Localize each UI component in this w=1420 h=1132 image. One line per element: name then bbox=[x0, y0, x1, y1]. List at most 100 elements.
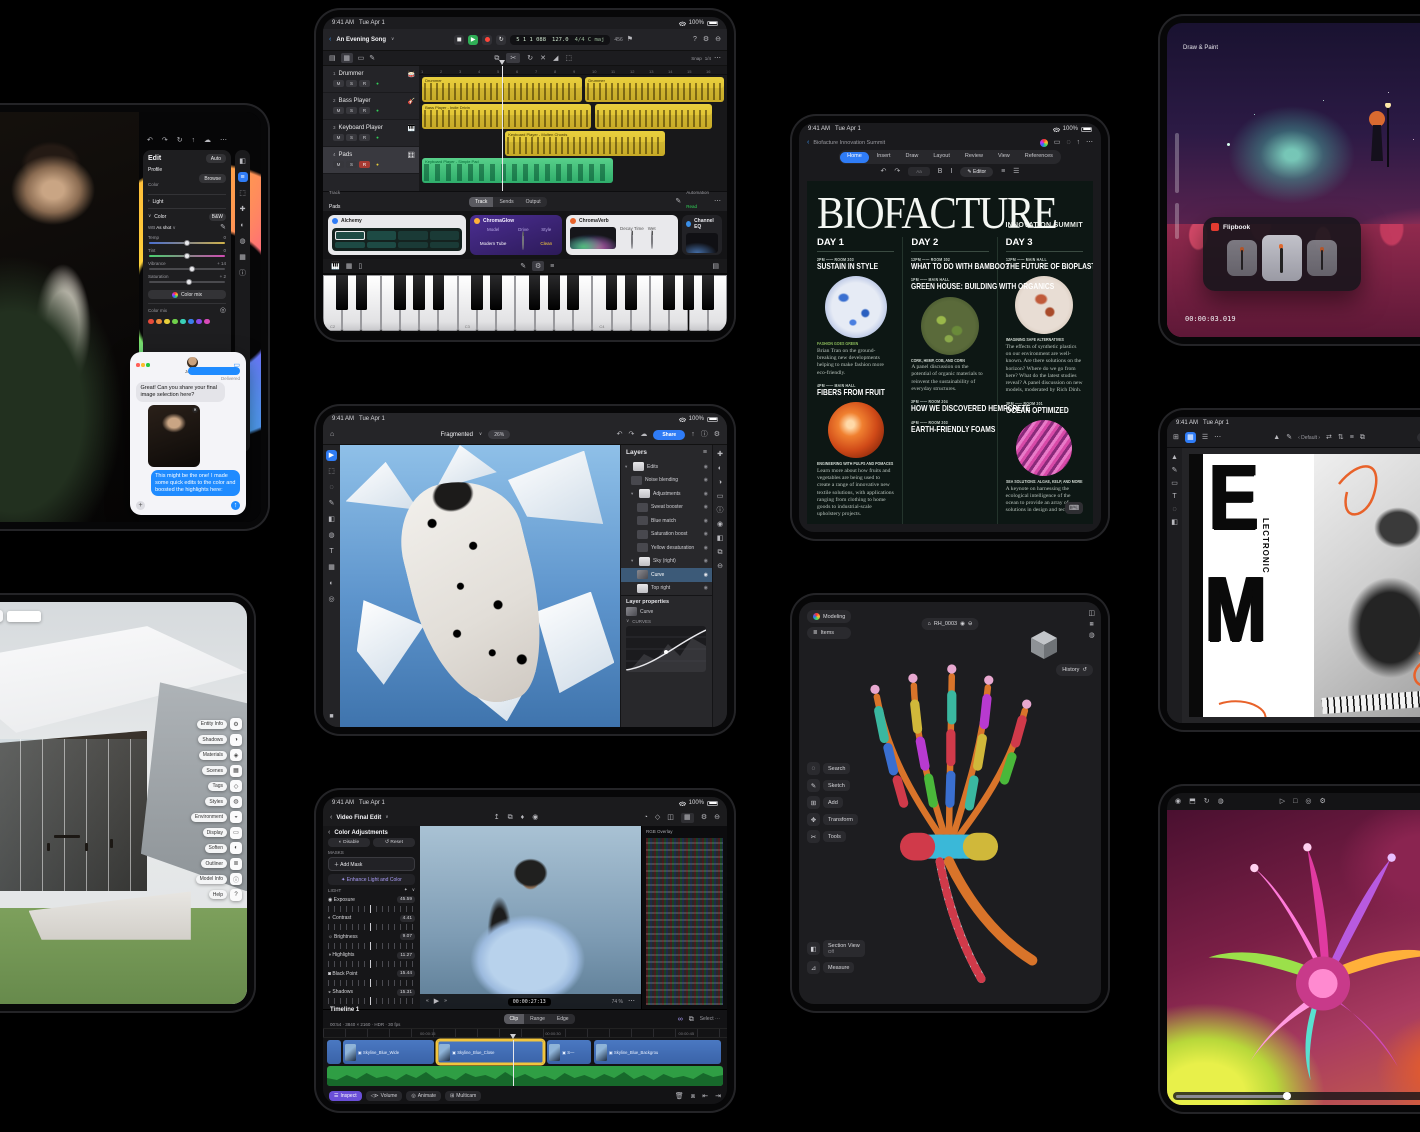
enhance-button[interactable]: ✦ Enhance Light and Color bbox=[328, 874, 415, 885]
piano-key[interactable] bbox=[683, 275, 695, 310]
fade-icon[interactable]: ◢ bbox=[553, 55, 558, 62]
multicam-button[interactable]: ⊞ Multicam bbox=[445, 1091, 481, 1101]
piano-key[interactable] bbox=[625, 275, 637, 310]
browser-icon[interactable]: ▤ bbox=[329, 55, 336, 62]
settings-icon[interactable]: ⚙ bbox=[1319, 798, 1325, 805]
selected-layer-row[interactable]: Curve bbox=[626, 605, 707, 618]
back-icon[interactable]: ‹ bbox=[330, 814, 332, 821]
region-drummer-2[interactable]: Drummer bbox=[585, 77, 724, 102]
rotate-icon[interactable]: ↻ bbox=[1204, 798, 1210, 805]
minimize-icon[interactable]: ⊖ bbox=[714, 814, 720, 821]
delete-icon[interactable]: ⊖ bbox=[717, 563, 723, 570]
panel-button[interactable]: Outliner≣ bbox=[191, 858, 242, 870]
split-view-icon[interactable]: ◫ bbox=[667, 814, 674, 821]
panel-button[interactable]: Entity Info⚙ bbox=[191, 718, 242, 730]
eraser-tool-icon[interactable]: ◧ bbox=[326, 514, 337, 525]
play-icon[interactable]: ▶ bbox=[434, 998, 439, 1005]
plugin-alchemy[interactable]: Alchemy bbox=[328, 215, 466, 255]
piano-key[interactable] bbox=[548, 275, 560, 310]
song-title[interactable]: An Evening Song bbox=[336, 37, 386, 43]
eye-icon[interactable]: ◉ bbox=[704, 518, 708, 524]
count-in-icon[interactable]: ⚑ bbox=[627, 36, 633, 43]
inspect-button[interactable]: ☰ Inspect bbox=[329, 1091, 362, 1101]
layer-row[interactable]: Top right◉ bbox=[621, 582, 712, 596]
scope-type-label[interactable]: RGB Overlay bbox=[646, 829, 673, 834]
piano-key[interactable] bbox=[413, 275, 425, 310]
cloud-icon[interactable]: ☁ bbox=[640, 431, 647, 438]
materials-icon[interactable]: ◈ bbox=[230, 749, 242, 761]
piano-key[interactable] bbox=[529, 275, 541, 310]
trash-icon[interactable]: 🗑 bbox=[675, 1093, 684, 1100]
redo-icon[interactable]: ↷ bbox=[0, 610, 3, 622]
trim-right-icon[interactable]: ⇥ bbox=[715, 1093, 721, 1100]
wet-knob[interactable] bbox=[651, 230, 653, 249]
eye-icon[interactable]: ◉ bbox=[704, 477, 708, 483]
minus-icon[interactable]: ⊖ bbox=[968, 621, 973, 627]
zoom-level[interactable]: 26% bbox=[488, 430, 510, 439]
share-button[interactable]: Share bbox=[653, 430, 685, 440]
back-icon[interactable]: ‹ bbox=[329, 36, 331, 43]
edit-icon[interactable]: ≡ bbox=[238, 172, 248, 182]
cycle-button[interactable]: ↻ bbox=[496, 35, 506, 45]
layer-row-selected[interactable]: Curve◉ bbox=[621, 568, 712, 582]
color-wheel-icon[interactable] bbox=[1040, 139, 1048, 147]
saturation-slider[interactable] bbox=[149, 281, 225, 283]
scenes-icon[interactable]: ▦ bbox=[230, 765, 242, 777]
more-icon[interactable]: ⋯ bbox=[220, 137, 227, 144]
vibrance-slider[interactable] bbox=[149, 268, 225, 270]
skip-back-icon[interactable]: « bbox=[426, 999, 429, 1004]
italic-icon[interactable]: I bbox=[950, 168, 952, 175]
clip-icon[interactable]: ◧ bbox=[717, 535, 724, 542]
piano-key[interactable] bbox=[567, 275, 579, 310]
window-controls[interactable] bbox=[136, 363, 151, 369]
audio-track[interactable] bbox=[327, 1066, 723, 1086]
chevron-down-icon[interactable]: ∨ bbox=[385, 815, 388, 820]
automation-mode[interactable]: Read bbox=[686, 204, 697, 209]
eye-icon[interactable]: ◉ bbox=[704, 545, 708, 551]
layer-row[interactable]: Blue match◉ bbox=[621, 514, 712, 528]
slider-highlights[interactable]: ◑ Highlights11.27 bbox=[328, 952, 415, 968]
panel-button[interactable]: Scenes▦ bbox=[191, 765, 242, 777]
bw-toggle[interactable]: B&W bbox=[209, 213, 226, 221]
browse-button[interactable]: Browse bbox=[199, 174, 226, 183]
track-header-keyboard[interactable]: 3Keyboard Player 🎹 MSR● bbox=[323, 120, 419, 147]
split-icon[interactable]: ✕ bbox=[540, 55, 546, 62]
plugin-channel-eq[interactable]: Channel EQ bbox=[682, 215, 722, 255]
panel-button[interactable]: Environment◒ bbox=[191, 811, 242, 823]
render-viewport[interactable] bbox=[1167, 810, 1420, 1105]
message-photo-attachment[interactable]: ✕ bbox=[148, 405, 200, 467]
undo-icon[interactable]: ↶ bbox=[147, 137, 153, 144]
pen-tool-icon[interactable]: ✎ bbox=[1172, 467, 1178, 474]
list-icon[interactable]: ☰ bbox=[1013, 168, 1019, 175]
visibility-icon[interactable]: ◉ bbox=[717, 521, 723, 528]
eyedropper-icon[interactable]: ✎ bbox=[220, 224, 226, 231]
editors-icon[interactable]: ▭ bbox=[358, 55, 365, 62]
color-mix-button[interactable]: Color mix bbox=[148, 290, 226, 299]
home-icon[interactable]: ⌂ bbox=[928, 621, 931, 627]
settings-icon[interactable]: ⚙ bbox=[714, 431, 720, 438]
tab-review[interactable]: Review bbox=[958, 152, 990, 163]
piano-key[interactable] bbox=[606, 275, 618, 310]
biofacture-document[interactable]: BIOFACTURE INNOVATION SUMMIT DAY 1 2PM —… bbox=[807, 181, 1093, 524]
flipbook-frame[interactable] bbox=[1307, 240, 1337, 276]
track-header-drummer[interactable]: 1Drummer 🥁 MSR● bbox=[323, 66, 419, 93]
model-info-icon[interactable]: ⓘ bbox=[230, 873, 242, 885]
slider-contrast[interactable]: ◐ Contrast4.41 bbox=[328, 915, 415, 931]
camera-icon[interactable]: ◎ bbox=[1305, 798, 1311, 805]
soften-icon[interactable]: ◐ bbox=[230, 842, 242, 854]
tab-layout[interactable]: Layout bbox=[926, 152, 957, 163]
cloud-icon[interactable]: ☁ bbox=[204, 137, 211, 144]
trim-tool-icon[interactable]: ✂ bbox=[506, 53, 520, 63]
mask-icon[interactable]: ◐ bbox=[718, 465, 722, 472]
heal-icon[interactable]: ✚ bbox=[238, 204, 248, 214]
tags-icon[interactable]: ◇ bbox=[230, 780, 242, 792]
eyedropper-tool-icon[interactable]: ◐ bbox=[326, 578, 337, 589]
clone-tool-icon[interactable]: ◍ bbox=[326, 530, 337, 541]
tab-insert[interactable]: Insert bbox=[870, 152, 898, 163]
chevron-down-icon[interactable]: ∨ bbox=[626, 618, 629, 624]
camera-icon[interactable]: ⧉ bbox=[508, 814, 513, 821]
more-icon[interactable]: ⋯ bbox=[1086, 139, 1093, 146]
add-mask-button[interactable]: ＋ Add Mask bbox=[328, 857, 415, 871]
bar-ruler[interactable]: 12345678910111213141516 bbox=[419, 66, 727, 75]
share-icon[interactable]: ↑ bbox=[1077, 139, 1081, 146]
